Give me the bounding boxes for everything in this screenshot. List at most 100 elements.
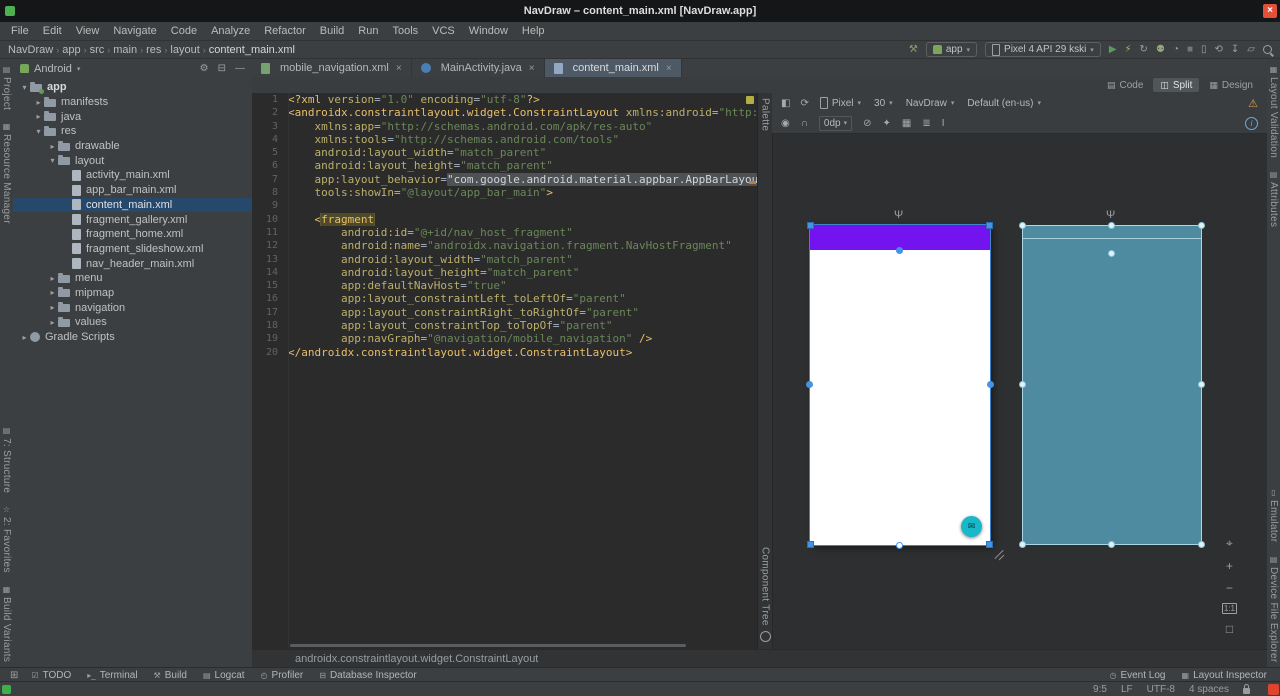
line-number[interactable]: 11: [252, 226, 288, 239]
debug-button[interactable]: ⚉: [1156, 45, 1165, 55]
palette-tab[interactable]: Palette: [760, 98, 771, 131]
tool-button-attributes[interactable]: ▤Attributes: [1268, 170, 1279, 227]
code-line-19[interactable]: 19 app:navGraph="@navigation/mobile_navi…: [252, 332, 757, 345]
collapse-all-icon[interactable]: ⊟: [218, 63, 226, 74]
tool-window-event-log[interactable]: ◷Event Log: [1101, 670, 1173, 681]
constraint-anchor[interactable]: [896, 542, 903, 549]
resize-handle[interactable]: [1019, 222, 1026, 229]
line-number[interactable]: 4: [252, 133, 288, 146]
tree-item-mipmap[interactable]: ▸mipmap: [13, 286, 252, 301]
menu-code[interactable]: Code: [164, 22, 204, 40]
guidelines-icon[interactable]: I: [942, 118, 945, 129]
code-line-1[interactable]: 1<?xml version="1.0" encoding="utf-8"?>: [252, 93, 757, 106]
menu-tools[interactable]: Tools: [385, 22, 425, 40]
code-line-14[interactable]: 14 android:layout_height="match_parent": [252, 266, 757, 279]
menu-navigate[interactable]: Navigate: [106, 22, 163, 40]
search-everywhere-icon[interactable]: [1263, 45, 1272, 54]
tool-button-project[interactable]: ▤Project: [1, 65, 12, 110]
device-manager-button[interactable]: ▯: [1201, 45, 1207, 55]
apply-changes-button[interactable]: ⚡: [1125, 45, 1132, 55]
line-number[interactable]: 16: [252, 292, 288, 305]
align-icon[interactable]: ≣: [922, 118, 930, 129]
menu-analyze[interactable]: Analyze: [204, 22, 257, 40]
tree-collapsed-arrow-icon[interactable]: ▸: [47, 142, 58, 151]
orientation-selector-icon[interactable]: ⟳: [800, 98, 808, 109]
constraint-anchor[interactable]: [1108, 541, 1115, 548]
line-number[interactable]: 20: [252, 346, 288, 359]
menu-refactor[interactable]: Refactor: [257, 22, 313, 40]
line-number[interactable]: 14: [252, 266, 288, 279]
close-tab-icon[interactable]: ×: [396, 63, 402, 74]
api-level-combo[interactable]: 30▾: [874, 97, 893, 109]
horizontal-scrollbar[interactable]: [290, 644, 686, 647]
code-line-7[interactable]: 7 app:layout_behavior="com.google.androi…: [252, 173, 757, 186]
code-line-10[interactable]: 10 <fragment: [252, 213, 757, 226]
code-line-6[interactable]: 6 android:layout_height="match_parent": [252, 159, 757, 172]
menu-view[interactable]: View: [69, 22, 107, 40]
tree-item-activity-main-xml[interactable]: activity_main.xml: [13, 168, 252, 183]
tool-button-device-file-explorer[interactable]: ▤Device File Explorer: [1268, 555, 1279, 662]
theme-combo[interactable]: NavDraw▾: [906, 97, 955, 109]
editor-tab-content-main-xml[interactable]: content_main.xml×: [545, 59, 682, 77]
line-number[interactable]: 6: [252, 159, 288, 172]
menu-file[interactable]: File: [4, 22, 36, 40]
design-surface-selector-icon[interactable]: ◧: [781, 98, 790, 109]
editor-tab-mainactivity-java[interactable]: MainActivity.java×: [412, 59, 545, 77]
clear-all-constraints-icon[interactable]: ⊘: [863, 118, 871, 129]
status-utf-8[interactable]: UTF-8: [1147, 684, 1175, 695]
tool-window-profiler[interactable]: ◴Profiler: [253, 670, 312, 681]
zoom-to-fit-button[interactable]: □: [1226, 622, 1233, 636]
breadcrumb-navdraw[interactable]: NavDraw: [8, 44, 53, 56]
line-number[interactable]: 15: [252, 279, 288, 292]
sync-project-button[interactable]: ⟲: [1215, 45, 1223, 55]
locale-combo[interactable]: Default (en-us)▾: [967, 97, 1041, 109]
warnings-icon[interactable]: ⚠: [1248, 97, 1258, 110]
tool-button-build-variants[interactable]: ▦Build Variants: [1, 585, 12, 662]
xml-breadcrumb[interactable]: androidx.constraintlayout.widget.Constra…: [295, 653, 538, 665]
hide-panel-icon[interactable]: —: [235, 63, 245, 74]
code-line-16[interactable]: 16 app:layout_constraintLeft_toLeftOf="p…: [252, 292, 757, 305]
tree-item-layout[interactable]: ▾layout: [13, 153, 252, 168]
menu-edit[interactable]: Edit: [36, 22, 69, 40]
code-line-9[interactable]: 9: [252, 199, 757, 212]
code-line-11[interactable]: 11 android:id="@+id/nav_host_fragment": [252, 226, 757, 239]
stop-button[interactable]: ■: [1187, 45, 1193, 55]
code-line-17[interactable]: 17 app:layout_constraintRight_toRightOf=…: [252, 306, 757, 319]
tree-expanded-arrow-icon[interactable]: ▾: [47, 156, 58, 165]
default-margins-combo[interactable]: 0dp▾: [819, 116, 852, 131]
status-lf[interactable]: LF: [1121, 684, 1133, 695]
tool-window-layout-inspector[interactable]: ▦Layout Inspector: [1174, 670, 1276, 681]
tool-window-build[interactable]: ⚒Build: [146, 670, 195, 681]
tool-windows-icon[interactable]: ⊞: [5, 670, 23, 681]
code-line-20[interactable]: 20</androidx.constraintlayout.widget.Con…: [252, 346, 757, 359]
constraint-anchor[interactable]: [1019, 381, 1026, 388]
tree-item-java[interactable]: ▸java: [13, 109, 252, 124]
resize-handle[interactable]: [807, 222, 814, 229]
component-tree-tab[interactable]: Component Tree: [760, 542, 771, 642]
breadcrumb-main[interactable]: main: [113, 44, 137, 56]
line-number[interactable]: 13: [252, 253, 288, 266]
tool-window-database-inspector[interactable]: ⊟Database Inspector: [311, 670, 424, 681]
breadcrumb-src[interactable]: src: [90, 44, 105, 56]
run-button[interactable]: ▶: [1109, 45, 1117, 55]
code-line-3[interactable]: 3 xmlns:app="http://schemas.android.com/…: [252, 120, 757, 133]
device-combo[interactable]: Pixel▾: [820, 97, 861, 109]
design-canvas[interactable]: Ψ Ψ ✉: [772, 133, 1267, 650]
settings-icon[interactable]: ⚙: [200, 63, 209, 74]
code-editor[interactable]: 1<?xml version="1.0" encoding="utf-8"?> 2…: [252, 93, 757, 650]
breadcrumb-layout[interactable]: layout: [170, 44, 199, 56]
tree-item-menu[interactable]: ▸menu: [13, 271, 252, 286]
close-tab-icon[interactable]: ×: [529, 63, 535, 74]
resize-handle[interactable]: [807, 541, 814, 548]
tree-item-nav-header-main-xml[interactable]: nav_header_main.xml: [13, 256, 252, 271]
tool-window-logcat[interactable]: ▤Logcat: [195, 670, 253, 681]
constraint-anchor[interactable]: [896, 247, 903, 254]
tool-window-terminal[interactable]: ▸_Terminal: [79, 670, 145, 681]
resize-handle[interactable]: [1198, 222, 1205, 229]
line-number[interactable]: 18: [252, 319, 288, 332]
tree-item-fragment-gallery-xml[interactable]: fragment_gallery.xml: [13, 212, 252, 227]
tree-item-app[interactable]: ▾app: [13, 80, 252, 95]
breadcrumb-res[interactable]: res: [146, 44, 161, 56]
code-line-4[interactable]: 4 xmlns:tools="http://schemas.android.co…: [252, 133, 757, 146]
menu-window[interactable]: Window: [462, 22, 515, 40]
